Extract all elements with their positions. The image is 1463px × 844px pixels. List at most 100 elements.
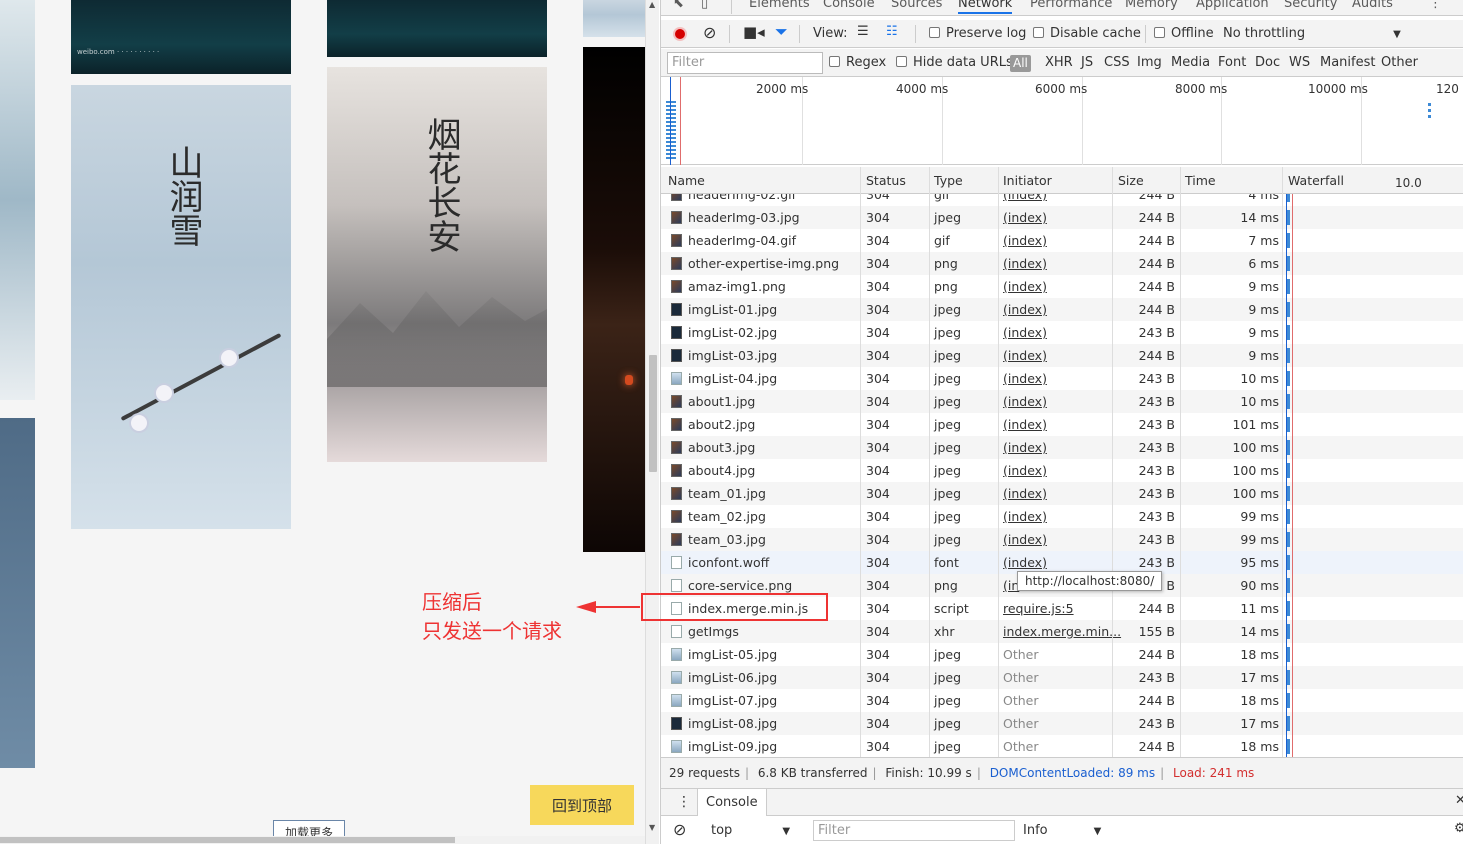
column-initiator[interactable]: Initiator	[1003, 173, 1052, 188]
checkbox-icon[interactable]	[829, 56, 840, 67]
poster-image-1[interactable]: weibo.com · · · · · · · · · ·	[71, 0, 291, 74]
column-type[interactable]: Type	[934, 173, 963, 188]
request-name[interactable]: about1.jpg	[688, 394, 755, 409]
horizontal-scrollbar[interactable]	[0, 836, 645, 844]
request-name[interactable]: imgList-08.jpg	[688, 716, 777, 731]
request-name[interactable]: headerImg-02.gif	[688, 194, 796, 202]
request-name[interactable]: headerImg-04.gif	[688, 233, 796, 248]
filter-input[interactable]: Filter	[667, 52, 823, 74]
tab-memory[interactable]: Memory	[1125, 0, 1178, 11]
request-name[interactable]: other-expertise-img.png	[688, 256, 839, 271]
vertical-scrollbar[interactable]: ▲ ▼	[645, 0, 659, 844]
drawer-tab-console[interactable]: Console	[697, 789, 767, 817]
request-initiator[interactable]: (index)	[1003, 210, 1047, 225]
context-select[interactable]: top ▼	[711, 823, 790, 838]
tab-elements[interactable]: Elements	[749, 0, 810, 11]
clear-console-icon[interactable]: ⊘	[673, 820, 686, 839]
filter-type-css[interactable]: CSS	[1104, 55, 1130, 70]
close-drawer-icon[interactable]: ✕	[1455, 793, 1463, 808]
request-initiator[interactable]: (index)	[1003, 256, 1047, 271]
preserve-log-checkbox[interactable]: Preserve log	[929, 26, 1026, 41]
record-icon[interactable]	[673, 27, 687, 41]
poster-image-yanhuachangan[interactable]: 烟花长安	[327, 67, 547, 462]
checkbox-icon[interactable]	[1154, 27, 1165, 38]
request-row[interactable]: team_03.jpg 304 jpeg (index) 243 B 99 ms	[661, 528, 1463, 551]
console-filter-input[interactable]: Filter	[813, 820, 1015, 841]
left-edge-image-bottom[interactable]	[0, 418, 35, 768]
column-name[interactable]: Name	[668, 173, 705, 188]
poster-image-shanrunxue[interactable]: 山润雪	[71, 85, 291, 529]
filter-type-manifest[interactable]: Manifest	[1320, 55, 1375, 70]
scroll-up-icon[interactable]: ▲	[649, 0, 655, 9]
request-name[interactable]: imgList-07.jpg	[688, 693, 777, 708]
column-divider[interactable]	[1282, 167, 1283, 757]
request-name[interactable]: team_03.jpg	[688, 532, 766, 547]
request-row[interactable]: about3.jpg 304 jpeg (index) 243 B 100 ms	[661, 436, 1463, 459]
poster-image-3[interactable]	[583, 0, 645, 37]
poster-image-2[interactable]	[327, 0, 547, 57]
waterfall-view-icon[interactable]: ☷	[886, 24, 898, 39]
column-divider[interactable]	[860, 167, 861, 757]
column-divider[interactable]	[1180, 167, 1181, 757]
request-name[interactable]: iconfont.woff	[688, 555, 769, 570]
request-name[interactable]: imgList-09.jpg	[688, 739, 777, 754]
filter-type-font[interactable]: Font	[1218, 55, 1246, 70]
request-name[interactable]: imgList-04.jpg	[688, 371, 777, 386]
filter-type-doc[interactable]: Doc	[1255, 55, 1280, 70]
request-initiator[interactable]: (index)	[1003, 348, 1047, 363]
request-row[interactable]: imgList-04.jpg 304 jpeg (index) 243 B 10 ms	[661, 367, 1463, 390]
request-initiator[interactable]: (index)	[1003, 302, 1047, 317]
request-row[interactable]: about1.jpg 304 jpeg (index) 243 B 10 ms	[661, 390, 1463, 413]
column-divider[interactable]	[929, 167, 930, 757]
hide-data-urls-checkbox[interactable]: Hide data URLs	[896, 55, 1013, 70]
back-to-top-button[interactable]: 回到顶部	[530, 785, 634, 825]
request-name[interactable]: amaz-img1.png	[688, 279, 786, 294]
request-initiator[interactable]: (index)	[1003, 325, 1047, 340]
tab-sources[interactable]: Sources	[891, 0, 942, 11]
request-row[interactable]: getImgs 304 xhr index.merge.min... 155 B 14 m…	[661, 620, 1463, 643]
tab-security[interactable]: Security	[1284, 0, 1337, 11]
request-initiator[interactable]: index.merge.min...	[1003, 624, 1121, 639]
tab-audits[interactable]: Audits	[1352, 0, 1393, 11]
inspect-element-icon[interactable]: ⬉	[673, 0, 684, 11]
request-row[interactable]: imgList-08.jpg 304 jpeg Other 243 B 17 ms	[661, 712, 1463, 735]
request-name[interactable]: core-service.png	[688, 578, 792, 593]
left-edge-image-top[interactable]	[0, 0, 35, 400]
request-row[interactable]: team_01.jpg 304 jpeg (index) 243 B 100 ms	[661, 482, 1463, 505]
column-time[interactable]: Time	[1185, 173, 1216, 188]
network-overview[interactable]: 2000 ms 4000 ms 6000 ms 8000 ms 10000 ms…	[661, 77, 1463, 165]
request-initiator[interactable]: require.js:5	[1003, 601, 1074, 616]
capture-screenshots-icon[interactable]: ■◂	[743, 23, 765, 41]
drawer-menu-icon[interactable]: ⋮	[677, 794, 691, 810]
column-divider[interactable]	[998, 167, 999, 757]
regex-checkbox[interactable]: Regex	[829, 55, 886, 70]
request-initiator[interactable]: (index)	[1003, 486, 1047, 501]
request-row[interactable]: amaz-img1.png 304 png (index) 244 B 9 ms	[661, 275, 1463, 298]
column-size[interactable]: Size	[1118, 173, 1144, 188]
request-initiator[interactable]: (index)	[1003, 555, 1047, 570]
checkbox-icon[interactable]	[1033, 27, 1044, 38]
filter-type-all[interactable]: All	[1010, 55, 1031, 72]
request-row[interactable]: team_02.jpg 304 jpeg (index) 243 B 99 ms	[661, 505, 1463, 528]
request-initiator[interactable]: (index)	[1003, 417, 1047, 432]
request-row[interactable]: imgList-03.jpg 304 jpeg (index) 244 B 9 ms	[661, 344, 1463, 367]
filter-type-img[interactable]: Img	[1137, 55, 1162, 70]
request-initiator[interactable]: (index)	[1003, 371, 1047, 386]
tab-performance[interactable]: Performance	[1030, 0, 1112, 11]
filter-type-media[interactable]: Media	[1171, 55, 1210, 70]
horizontal-scrollbar-thumb[interactable]	[0, 837, 455, 843]
filter-type-other[interactable]: Other	[1381, 55, 1418, 70]
request-row[interactable]: about4.jpg 304 jpeg (index) 243 B 100 ms	[661, 459, 1463, 482]
disable-cache-checkbox[interactable]: Disable cache	[1033, 26, 1141, 41]
request-row[interactable]: imgList-05.jpg 304 jpeg Other 244 B 18 ms	[661, 643, 1463, 666]
request-name[interactable]: imgList-02.jpg	[688, 325, 777, 340]
vertical-scrollbar-thumb[interactable]	[649, 355, 657, 472]
tab-application[interactable]: Application	[1196, 0, 1269, 11]
request-name[interactable]: team_02.jpg	[688, 509, 766, 524]
request-name[interactable]: team_01.jpg	[688, 486, 766, 501]
device-toolbar-icon[interactable]: ▯	[701, 0, 708, 11]
filter-type-xhr[interactable]: XHR	[1045, 55, 1073, 70]
request-name[interactable]: headerImg-03.jpg	[688, 210, 800, 225]
large-rows-icon[interactable]: ☰	[857, 24, 869, 39]
request-row[interactable]: imgList-06.jpg 304 jpeg Other 243 B 17 ms	[661, 666, 1463, 689]
